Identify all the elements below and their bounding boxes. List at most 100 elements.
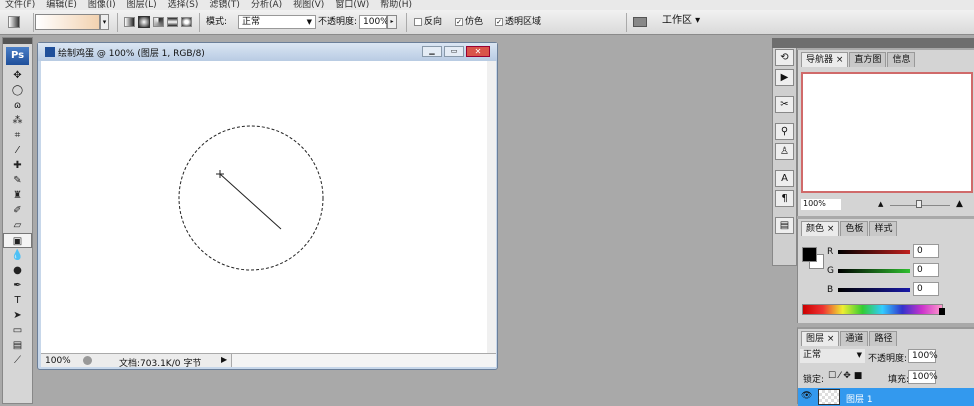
gradient-dropdown-icon[interactable]: ▾ (100, 14, 109, 30)
tool-presets-icon[interactable]: ✂ (775, 96, 794, 113)
r-slider[interactable] (838, 250, 910, 254)
lock-icons[interactable]: ☐ ⁄ ✥ ■ (828, 371, 862, 381)
transparency-checkbox[interactable]: ✓ 透明区域 (495, 16, 541, 28)
foreground-color-swatch[interactable] (802, 247, 817, 262)
crop-tool-icon[interactable]: ⌗ (3, 128, 32, 143)
shape-tool-icon[interactable]: ▭ (3, 323, 32, 338)
dodge-tool-icon[interactable]: ● (3, 263, 32, 278)
healing-tool-icon[interactable]: ✚ (3, 158, 32, 173)
bridge-icon[interactable] (633, 17, 647, 27)
tab-paths[interactable]: 路径 (869, 331, 898, 346)
opacity-slider-button[interactable]: ▸ (387, 15, 397, 29)
status-menu-arrow-icon[interactable]: ▶ (221, 355, 227, 364)
layer-opacity-input[interactable]: 100% (908, 349, 938, 363)
status-info-icon[interactable] (83, 356, 92, 365)
stamp-tool-icon[interactable]: ♜ (3, 188, 32, 203)
character-icon[interactable]: A (775, 170, 794, 187)
dither-checkbox[interactable]: ✓ 仿色 (455, 16, 483, 28)
eraser-tool-icon[interactable]: ▱ (3, 218, 32, 233)
r-input[interactable]: 0 (913, 244, 939, 258)
navigator-preview[interactable] (801, 72, 973, 193)
panel-collapse-bar[interactable] (772, 38, 974, 48)
black-swatch[interactable] (939, 308, 945, 315)
reverse-checkbox[interactable]: 反向 (414, 16, 442, 28)
angle-gradient-button[interactable] (153, 17, 164, 27)
blend-mode-select[interactable]: 正常 ▼ (800, 349, 865, 363)
maximize-button[interactable]: ▭ (444, 46, 464, 57)
tab-navigator[interactable]: 导航器 × (801, 52, 849, 67)
layer-comps-icon[interactable]: ▤ (775, 217, 794, 234)
clone-source-icon[interactable]: ♙ (775, 143, 794, 160)
type-tool-icon[interactable]: T (3, 293, 32, 308)
zoom-level[interactable]: 100% (45, 356, 71, 366)
g-input[interactable]: 0 (913, 263, 939, 277)
lasso-tool-icon[interactable]: ɷ (3, 98, 32, 113)
notes-tool-icon[interactable]: ▤ (3, 338, 32, 353)
eye-icon[interactable]: 👁 (801, 391, 812, 401)
actions-icon[interactable]: ▶ (775, 69, 794, 86)
radial-gradient-button[interactable] (138, 16, 150, 28)
g-slider[interactable] (838, 269, 910, 273)
tab-histogram[interactable]: 直方图 (849, 52, 887, 67)
slice-tool-icon[interactable]: ⁄ (3, 143, 32, 158)
menu-filter[interactable]: 滤镜(T) (209, 0, 240, 10)
menu-edit[interactable]: 编辑(E) (46, 0, 77, 10)
workspace-button[interactable]: 工作区 ▾ (662, 15, 700, 27)
r-label: R (827, 247, 834, 257)
tab-color[interactable]: 颜色 × (801, 221, 840, 236)
history-icon[interactable]: ⟲ (775, 49, 794, 66)
b-slider[interactable] (838, 288, 910, 292)
b-input[interactable]: 0 (913, 282, 939, 296)
move-tool-icon[interactable]: ✥ (3, 68, 32, 83)
diamond-gradient-button[interactable] (181, 17, 192, 27)
zoom-in-icon[interactable]: ▲ (956, 199, 963, 209)
layer-name[interactable]: 图层 1 (846, 392, 873, 405)
document-window: 绘制鸡蛋 @ 100% (图层 1, RGB/8) ▁ ▭ ✕ 100% 文档:… (37, 42, 498, 370)
close-button[interactable]: ✕ (466, 46, 490, 57)
vertical-scrollbar[interactable] (487, 61, 496, 353)
blur-tool-icon[interactable]: 💧 (3, 248, 32, 263)
mode-select[interactable]: 正常 ▼ (238, 15, 316, 29)
fill-input[interactable]: 100% (908, 370, 938, 384)
tool-preset-picker[interactable] (8, 16, 20, 28)
zoom-out-icon[interactable]: ▲ (878, 200, 883, 208)
eyedropper-tool-icon[interactable]: ⟋ (3, 353, 32, 368)
paragraph-icon[interactable]: ¶ (775, 190, 794, 207)
zoom-slider-thumb[interactable] (916, 200, 922, 208)
navigator-zoom-input[interactable]: 100% (801, 199, 841, 210)
document-title-bar[interactable]: 绘制鸡蛋 @ 100% (图层 1, RGB/8) ▁ ▭ ✕ (38, 43, 497, 61)
menu-help[interactable]: 帮助(H) (380, 0, 412, 10)
menu-window[interactable]: 窗口(W) (335, 0, 369, 10)
gradient-picker[interactable] (35, 14, 100, 30)
tab-layers[interactable]: 图层 × (801, 331, 840, 346)
path-select-tool-icon[interactable]: ➤ (3, 308, 32, 323)
minimize-button[interactable]: ▁ (422, 46, 442, 57)
menu-analysis[interactable]: 分析(A) (251, 0, 282, 10)
ps-logo[interactable]: Ps (6, 47, 29, 65)
menu-image[interactable]: 图像(I) (88, 0, 116, 10)
layer-row[interactable]: 👁 图层 1 (798, 388, 974, 406)
pen-tool-icon[interactable]: ✒ (3, 278, 32, 293)
history-brush-tool-icon[interactable]: ✐ (3, 203, 32, 218)
gradient-tool-icon[interactable]: ▣ (3, 233, 32, 248)
menu-layer[interactable]: 图层(L) (127, 0, 157, 10)
canvas[interactable] (41, 61, 487, 353)
linear-gradient-button[interactable] (124, 17, 135, 27)
tab-info[interactable]: 信息 (887, 52, 916, 67)
horizontal-scrollbar[interactable] (231, 354, 496, 367)
magic-wand-tool-icon[interactable]: ⁂ (3, 113, 32, 128)
options-bar: ▾ 模式: 正常 ▼ 不透明度: 100% ▸ 反向 ✓ 仿色 ✓ 透明区域 工作区 … (0, 10, 974, 35)
tab-styles[interactable]: 样式 (869, 221, 898, 236)
menu-file[interactable]: 文件(F) (5, 0, 35, 10)
brushes-icon[interactable]: ⚲ (775, 123, 794, 140)
toolbox-grip[interactable] (3, 38, 32, 44)
color-spectrum-bar[interactable] (802, 304, 943, 315)
tab-channels[interactable]: 通道 (840, 331, 869, 346)
reflected-gradient-button[interactable] (167, 17, 178, 27)
brush-tool-icon[interactable]: ✎ (3, 173, 32, 188)
menu-select[interactable]: 选择(S) (168, 0, 199, 10)
menu-view[interactable]: 视图(V) (293, 0, 324, 10)
marquee-tool-icon[interactable]: ◯ (3, 83, 32, 98)
tab-swatches[interactable]: 色板 (840, 221, 869, 236)
opacity-input[interactable]: 100% (359, 15, 389, 29)
